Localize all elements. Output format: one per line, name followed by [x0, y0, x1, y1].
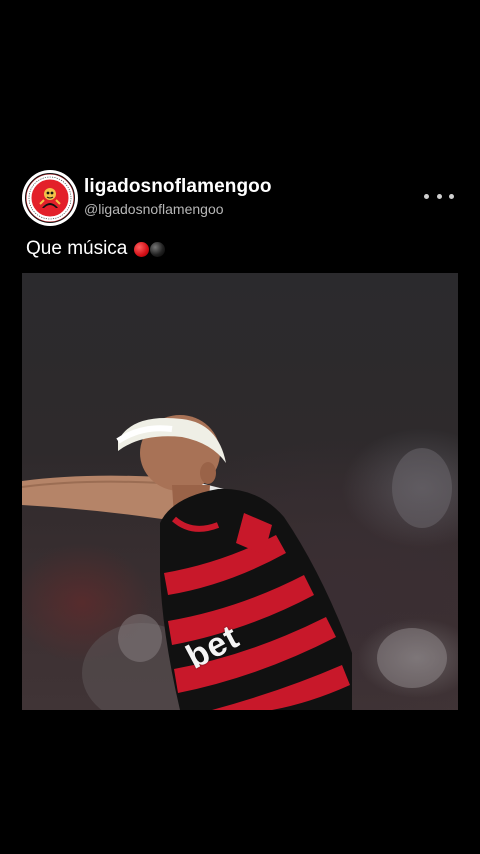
- post-image[interactable]: bet: [22, 273, 458, 710]
- dot-icon: [424, 193, 429, 199]
- red-circle-icon: [134, 241, 150, 257]
- more-options-button[interactable]: [424, 186, 454, 206]
- club-mascot-icon: [26, 174, 74, 222]
- dot-icon: [436, 193, 442, 199]
- avatar[interactable]: [22, 170, 78, 226]
- username[interactable]: ligadosnoflamengoo: [84, 176, 272, 198]
- black-circle-icon: [150, 241, 166, 257]
- post-caption: Que música: [26, 238, 166, 260]
- post-header: ligadosnoflamengoo @ligadosnoflamengoo: [22, 170, 458, 226]
- user-handle[interactable]: @ligadosnoflamengoo: [84, 201, 224, 217]
- avatar-logo: [25, 173, 75, 223]
- caption-text: Que música: [26, 238, 128, 259]
- post-screen: ligadosnoflamengoo @ligadosnoflamengoo Q…: [0, 0, 480, 854]
- dot-icon: [449, 193, 454, 199]
